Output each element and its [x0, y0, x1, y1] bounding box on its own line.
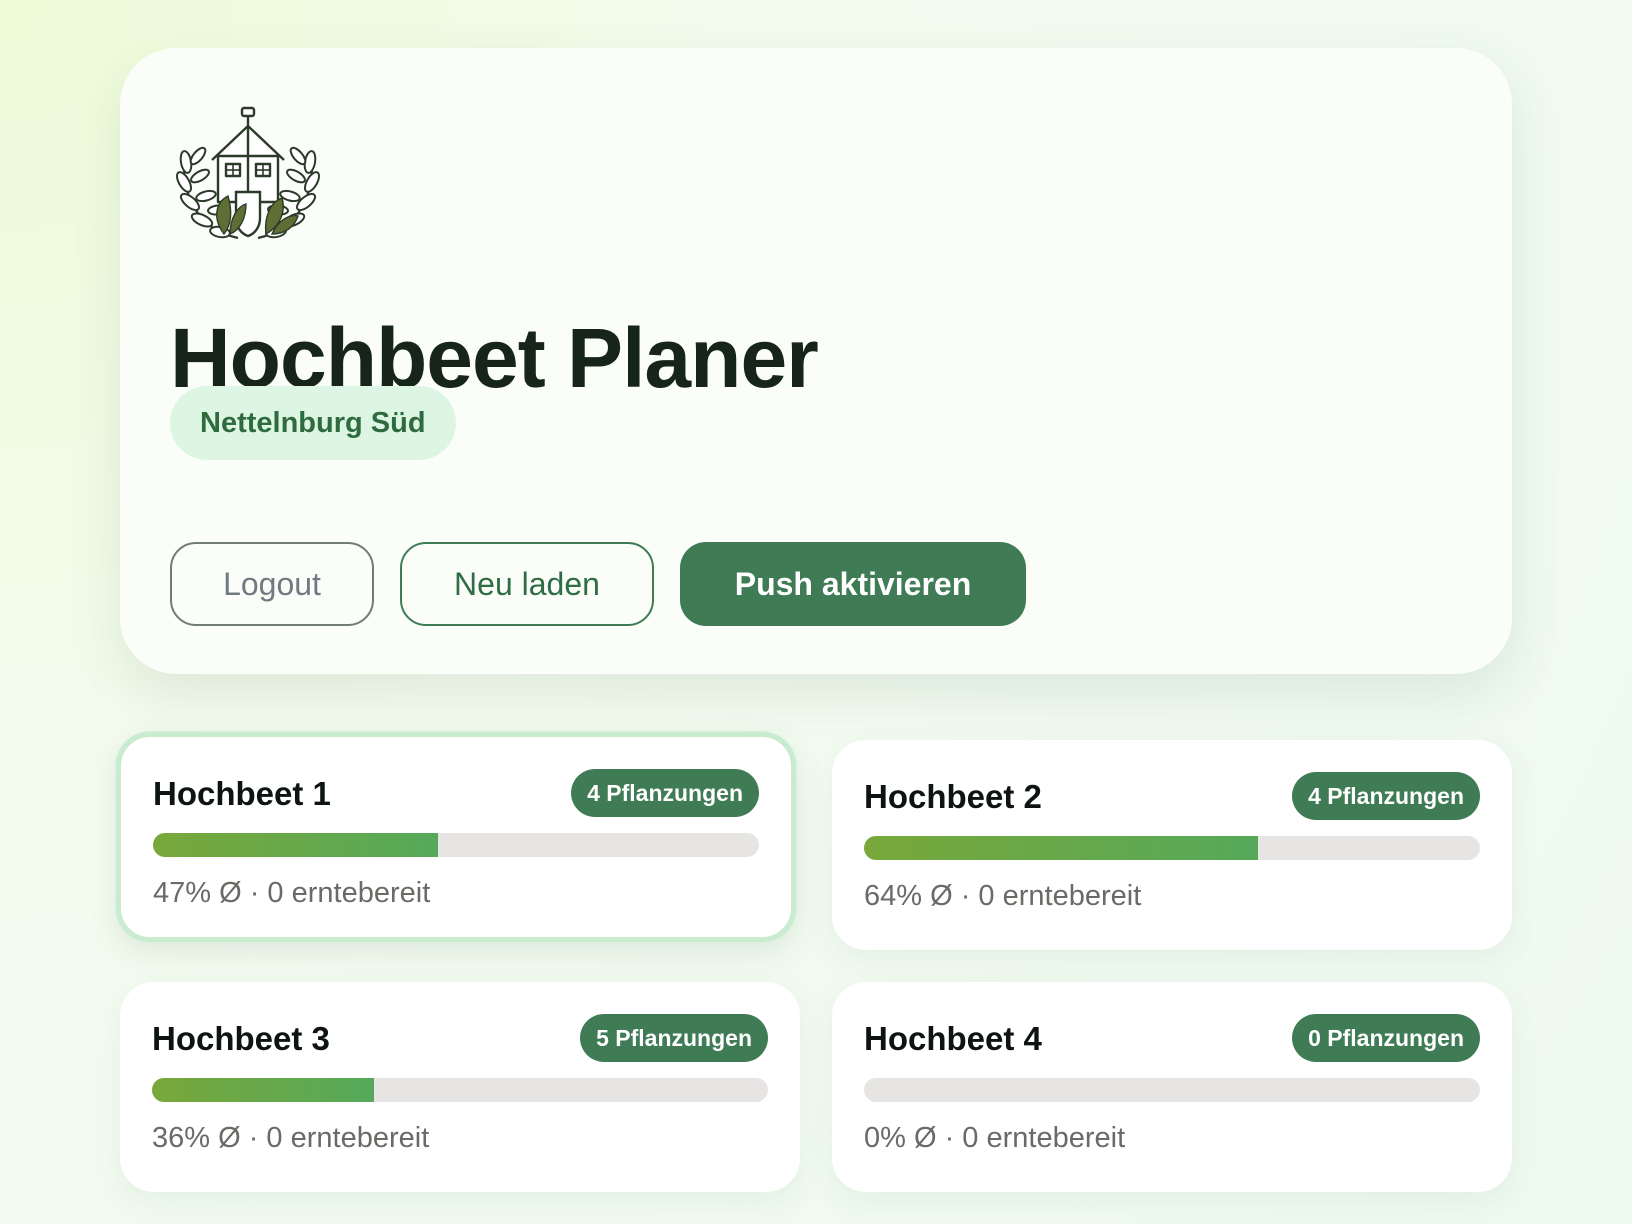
bed-card-4[interactable]: Hochbeet 4 0 Pflanzungen 0% Ø · 0 ernteb…	[832, 982, 1512, 1192]
progress-fill	[153, 833, 438, 857]
bed-card-3[interactable]: Hochbeet 3 5 Pflanzungen 36% Ø · 0 ernte…	[120, 982, 800, 1192]
bed-stats: 64% Ø · 0 erntebereit	[864, 880, 1142, 912]
reload-button[interactable]: Neu laden	[400, 542, 654, 626]
location-badge: Nettelnburg Süd	[170, 386, 456, 460]
bed-stats: 36% Ø · 0 erntebereit	[152, 1122, 430, 1154]
plantings-badge: 0 Pflanzungen	[1292, 1014, 1480, 1062]
bed-name: Hochbeet 3	[152, 1020, 330, 1057]
bed-stats: 47% Ø · 0 erntebereit	[153, 877, 431, 909]
progress-track	[864, 1078, 1480, 1102]
progress-fill	[152, 1078, 374, 1102]
header-card: Hochbeet Planer Nettelnburg Süd Logout N…	[120, 48, 1512, 674]
bed-name: Hochbeet 4	[864, 1020, 1042, 1057]
bed-name: Hochbeet 2	[864, 778, 1042, 815]
progress-track	[152, 1078, 768, 1102]
bed-card-1[interactable]: Hochbeet 1 4 Pflanzungen 47% Ø · 0 ernte…	[116, 732, 796, 942]
plantings-badge: 4 Pflanzungen	[571, 769, 759, 817]
progress-fill	[864, 836, 1259, 860]
bed-stats: 0% Ø · 0 erntebereit	[864, 1122, 1126, 1154]
bed-card-2[interactable]: Hochbeet 2 4 Pflanzungen 64% Ø · 0 ernte…	[832, 740, 1512, 950]
progress-track	[153, 833, 759, 857]
push-enable-button[interactable]: Push aktivieren	[680, 542, 1026, 626]
logout-button[interactable]: Logout	[170, 542, 374, 626]
plantings-badge: 4 Pflanzungen	[1292, 772, 1480, 820]
progress-track	[864, 836, 1480, 860]
garden-house-wreath-logo-icon	[172, 106, 324, 246]
bed-name: Hochbeet 1	[153, 775, 331, 812]
plantings-badge: 5 Pflanzungen	[580, 1014, 768, 1062]
